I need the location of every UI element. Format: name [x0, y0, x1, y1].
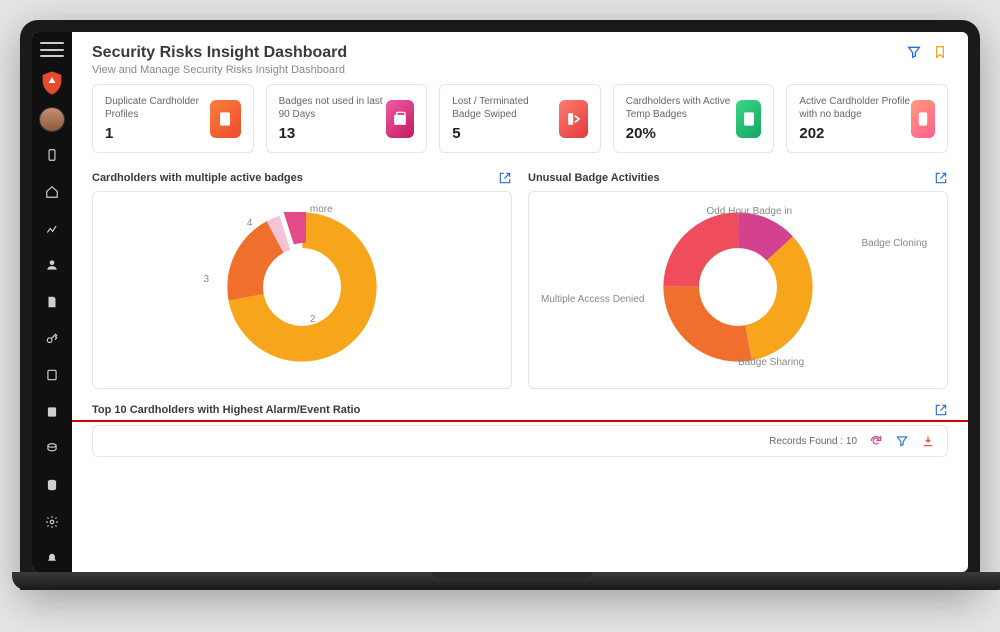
- page-subtitle: View and Manage Security Risks Insight D…: [92, 64, 347, 76]
- download-icon[interactable]: [921, 434, 935, 448]
- app-logo-shield-icon: [38, 69, 66, 97]
- stat-label: Badges not used in last 90 Days: [279, 95, 386, 121]
- stat-icon: [911, 100, 935, 138]
- nav-home-icon[interactable]: [38, 179, 66, 206]
- chart1-label-2: 2: [310, 314, 316, 325]
- stat-value: 1: [105, 125, 210, 142]
- stat-card[interactable]: Cardholders with Active Temp Badges 20%: [613, 84, 775, 153]
- stat-card[interactable]: Badges not used in last 90 Days 13: [266, 84, 428, 153]
- stat-card[interactable]: Lost / Terminated Badge Swiped 5: [439, 84, 601, 153]
- refresh-icon[interactable]: [869, 434, 883, 448]
- nav-stack-icon[interactable]: [38, 435, 66, 462]
- menu-toggle-icon[interactable]: [40, 40, 64, 59]
- red-divider-line: [72, 420, 968, 422]
- section3-title: Top 10 Cardholders with Highest Alarm/Ev…: [92, 404, 360, 416]
- stat-label: Lost / Terminated Badge Swiped: [452, 95, 559, 121]
- nav-contact-icon[interactable]: [38, 399, 66, 426]
- chart1-label-4: 4: [247, 218, 253, 229]
- popout-icon[interactable]: [934, 403, 948, 417]
- stat-icon: [559, 100, 587, 138]
- chart2-label-cloning: Badge Cloning: [862, 238, 928, 249]
- nav-badge-icon[interactable]: [38, 362, 66, 389]
- stat-icon: [736, 100, 761, 138]
- chart1-label-3: 3: [204, 274, 210, 285]
- stat-card[interactable]: Active Cardholder Profile with no badge …: [786, 84, 948, 153]
- nav-user-icon[interactable]: [38, 252, 66, 279]
- chart2-title: Unusual Badge Activities: [528, 172, 660, 184]
- popout-icon[interactable]: [498, 171, 512, 185]
- chart1-title: Cardholders with multiple active badges: [92, 172, 303, 184]
- nav-chart-icon[interactable]: [38, 215, 66, 242]
- stat-label: Cardholders with Active Temp Badges: [626, 95, 737, 121]
- chart1-label-more: more: [310, 204, 333, 215]
- chart2-label-denied: Multiple Access Denied: [541, 294, 644, 305]
- filter-small-icon[interactable]: [895, 434, 909, 448]
- stat-value: 20%: [626, 125, 737, 142]
- stat-icon: [210, 100, 241, 138]
- records-bar: Records Found : 10: [92, 425, 948, 457]
- stat-label: Duplicate Cardholder Profiles: [105, 95, 210, 121]
- chart2-label-oddhour: Odd Hour Badge in: [706, 206, 792, 217]
- chart2-label-sharing: Badge Sharing: [738, 357, 804, 368]
- bookmark-icon[interactable]: [932, 44, 948, 60]
- stat-label: Active Cardholder Profile with no badge: [799, 95, 910, 121]
- records-found-label: Records Found : 10: [769, 436, 857, 447]
- nav-mobile-icon[interactable]: [38, 142, 66, 169]
- nav-db-icon[interactable]: [38, 472, 66, 499]
- page-title: Security Risks Insight Dashboard: [92, 44, 347, 62]
- stat-value: 13: [279, 125, 386, 142]
- nav-bell-icon[interactable]: [38, 545, 66, 572]
- nav-key-icon[interactable]: [38, 325, 66, 352]
- stat-card[interactable]: Duplicate Cardholder Profiles 1: [92, 84, 254, 153]
- chart2-donut: [663, 212, 813, 362]
- nav-doc-icon[interactable]: [38, 289, 66, 316]
- filter-icon[interactable]: [906, 44, 922, 60]
- nav-gear-icon[interactable]: [38, 509, 66, 536]
- stat-icon: [386, 100, 414, 138]
- chart2-card: Odd Hour Badge in Badge Cloning Badge Sh…: [528, 191, 948, 389]
- user-avatar[interactable]: [39, 107, 65, 132]
- main-content: Security Risks Insight Dashboard View an…: [72, 32, 968, 572]
- chart1-card: more 4 3 2: [92, 191, 512, 389]
- popout-icon[interactable]: [934, 171, 948, 185]
- sidebar: [32, 32, 72, 572]
- stat-value: 202: [799, 125, 910, 142]
- stat-value: 5: [452, 125, 559, 142]
- chart1-donut: [227, 212, 377, 362]
